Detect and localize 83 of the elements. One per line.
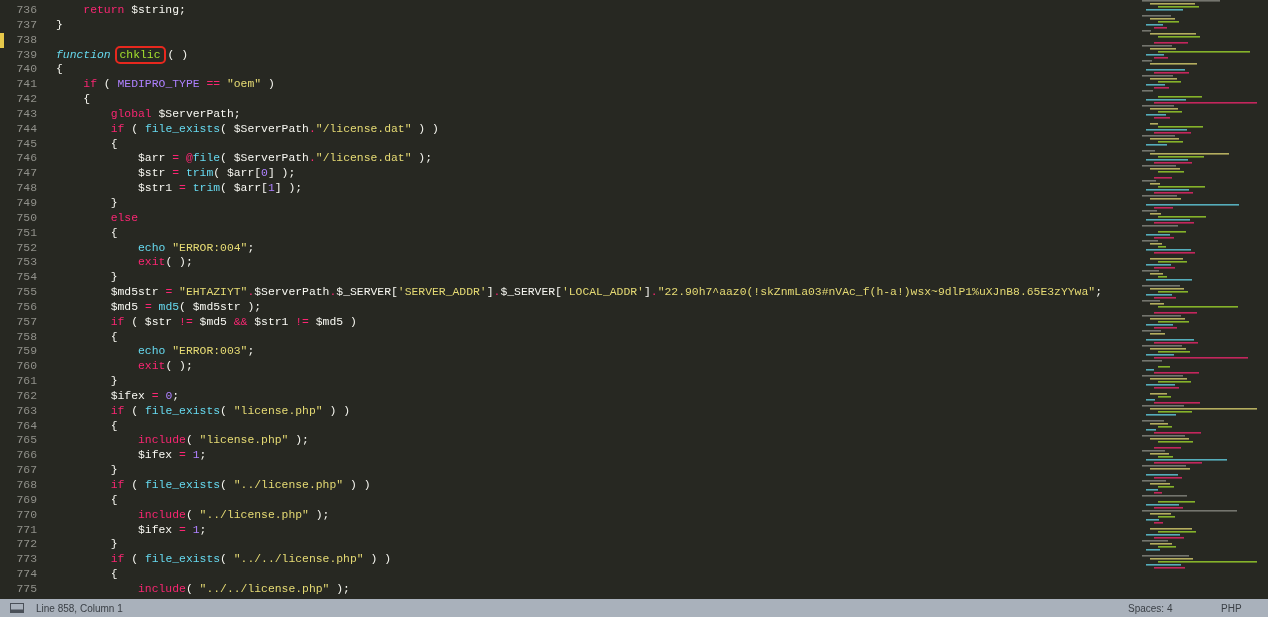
code-line: {: [109, 492, 118, 508]
line-number: 750: [15, 210, 37, 226]
code-line: $arr = @file( $ServerPath."/license.dat" );: [137, 151, 432, 167]
line-number: 762: [15, 388, 37, 404]
code-line: global $ServerPath;: [109, 106, 241, 122]
line-number: 748: [15, 181, 37, 196]
code-line: {: [109, 418, 118, 434]
code-line: if ( file_exists( "../../license.php" ) ): [109, 552, 391, 568]
code-line: }: [109, 195, 118, 211]
indentation-setting[interactable]: Spaces: 4: [1128, 602, 1221, 614]
line-number: 752: [15, 240, 37, 256]
code-line: echo "ERROR:004";: [137, 240, 255, 256]
line-number: 747: [15, 166, 37, 182]
line-number: 767: [15, 463, 37, 478]
line-number: 765: [15, 433, 37, 449]
code-line: }: [109, 374, 118, 389]
syntax-setting[interactable]: PHP: [1221, 602, 1268, 614]
code-line: if ( file_exists( "license.php" ) ): [109, 403, 350, 419]
code-line: }: [109, 270, 118, 286]
line-number: 746: [15, 151, 37, 167]
line-number: 740: [15, 62, 37, 78]
line-number: 770: [15, 507, 37, 523]
line-number: 749: [15, 195, 37, 211]
code-line: if ( $str != $md5 && $str1 != $md5 ): [109, 314, 357, 330]
code-line: {: [109, 225, 118, 241]
line-number: 757: [15, 314, 37, 330]
code-line: }: [109, 463, 118, 478]
cursor-position[interactable]: Line 858, Column 1: [36, 602, 1128, 614]
code-line: $str1 = trim( $arr[1] );: [137, 181, 303, 196]
line-number: 773: [15, 552, 37, 568]
panel-icon[interactable]: [10, 603, 24, 613]
line-number: 754: [15, 270, 37, 286]
code-line: $str = trim( $arr[0] );: [137, 166, 296, 182]
line-number: 759: [15, 344, 37, 360]
line-number: 743: [15, 106, 37, 122]
code-line: {: [109, 567, 118, 582]
code-line: if ( file_exists( "../license.php" ) ): [109, 478, 371, 493]
line-number: 764: [15, 418, 37, 434]
line-number: 763: [15, 403, 37, 419]
code-line: }: [56, 17, 63, 33]
line-number: 742: [15, 92, 37, 107]
line-number: 769: [15, 492, 37, 508]
code-line: }: [109, 537, 118, 553]
code-line: include( "license.php" );: [137, 433, 309, 449]
code-line: include( "../../license.php" );: [137, 581, 350, 597]
code-line: else: [109, 210, 139, 226]
code-line: exit( );: [137, 359, 193, 375]
line-number: 756: [15, 299, 37, 315]
line-number: 755: [15, 285, 37, 300]
line-number: 741: [15, 77, 37, 93]
line-number: 774: [15, 567, 37, 582]
code-line: $md5 = md5( $md5str );: [109, 299, 262, 315]
code-line: exit( );: [137, 255, 193, 271]
code-line: if ( file_exists( $ServerPath."/license.dat" ) ): [109, 121, 439, 137]
line-number: 761: [15, 374, 37, 389]
code-line: $md5str = "EHTAZIYT".$ServerPath.$_SERVER['SERVER_ADDR'].$_SERVER['LOCAL_ADDR']."22.90h7^aaz0(!skZnmLa03#nVAc_f(h-a!)wsx~9dlP1%uXJnB8.65E3zYYwa";: [109, 285, 1102, 300]
line-number: 738: [15, 32, 37, 48]
line-number: 766: [15, 448, 37, 464]
line-number: 760: [15, 359, 37, 375]
line-number: 736: [15, 3, 37, 18]
code-line: return $string;: [82, 3, 186, 18]
code-line: include( "../license.php" );: [137, 507, 330, 523]
line-number: 772: [15, 537, 37, 553]
code-line: {: [82, 92, 91, 107]
line-number: 758: [15, 329, 37, 345]
line-number: 751: [15, 225, 37, 241]
code-line: {: [109, 329, 118, 345]
line-number: 753: [15, 255, 37, 271]
code-line: function chklic ( ): [56, 47, 189, 63]
code-line: $ifex = 1;: [137, 522, 207, 538]
code-line: $ifex = 1;: [137, 448, 207, 464]
line-number: 737: [15, 17, 37, 33]
line-number: 744: [15, 121, 37, 137]
code-line: {: [56, 62, 63, 78]
code-line: {: [109, 136, 118, 152]
line-number: 771: [15, 522, 37, 538]
code-line: echo "ERROR:003";: [137, 344, 255, 360]
code-line: $ifex = 0;: [109, 388, 180, 404]
line-number: 745: [15, 136, 37, 152]
line-number: 739: [15, 47, 37, 63]
code-line: if ( MEDIPRO_TYPE == "oem" ): [82, 77, 275, 93]
line-number: 768: [15, 478, 37, 493]
line-number: 775: [15, 581, 37, 597]
